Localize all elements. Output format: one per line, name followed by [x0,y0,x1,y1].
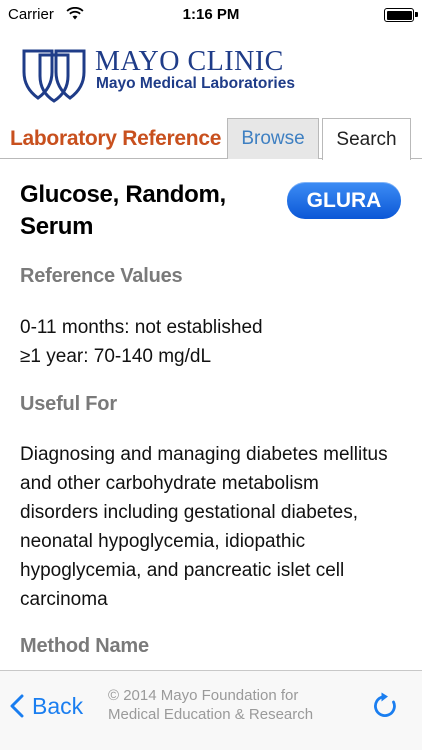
logo-title: MAYO CLINIC [95,46,284,77]
back-label: Back [32,692,84,719]
status-bar: Carrier 1:16 PM [0,0,422,30]
mayo-shields-logo-icon [22,49,86,103]
test-name: Glucose, Random, Serum [20,181,226,240]
tab-bar: Laboratory Reference Browse Search [0,116,422,160]
bottom-toolbar: Back © 2014 Mayo Foundation for Medical … [0,670,422,750]
test-detail-content[interactable]: Glucose, Random, Serum GLURA Reference V… [20,159,412,670]
tab-browse[interactable]: Browse [227,118,319,159]
useful-for-text: Diagnosing and managing diabetes mellitu… [20,444,388,610]
back-button[interactable]: Back [10,691,83,721]
copyright-line: © 2014 Mayo Foundation for [108,687,299,704]
section-title: Laboratory Reference [10,127,222,150]
reference-value-line: ≥1 year: 70-140 mg/dL [20,346,212,367]
section-heading-reference-values: Reference Values [20,265,183,287]
status-time: 1:16 PM [182,6,240,23]
tab-search[interactable]: Search [322,118,411,160]
chevron-left-icon [10,694,24,718]
copyright-text: © 2014 Mayo Foundation for Medical Educa… [108,686,338,724]
section-heading-useful-for: Useful For [20,393,117,415]
battery-icon [384,8,418,22]
copyright-line: Medical Education & Research [108,706,314,723]
test-code-badge: GLURA [287,182,401,219]
logo-header: MAYO CLINIC Mayo Medical Laboratories [0,30,422,116]
reference-value-line: 0-11 months: not established [20,317,263,338]
refresh-icon[interactable] [371,691,401,721]
logo-subtitle: Mayo Medical Laboratories [96,75,295,92]
section-heading-method-name: Method Name [20,635,149,657]
